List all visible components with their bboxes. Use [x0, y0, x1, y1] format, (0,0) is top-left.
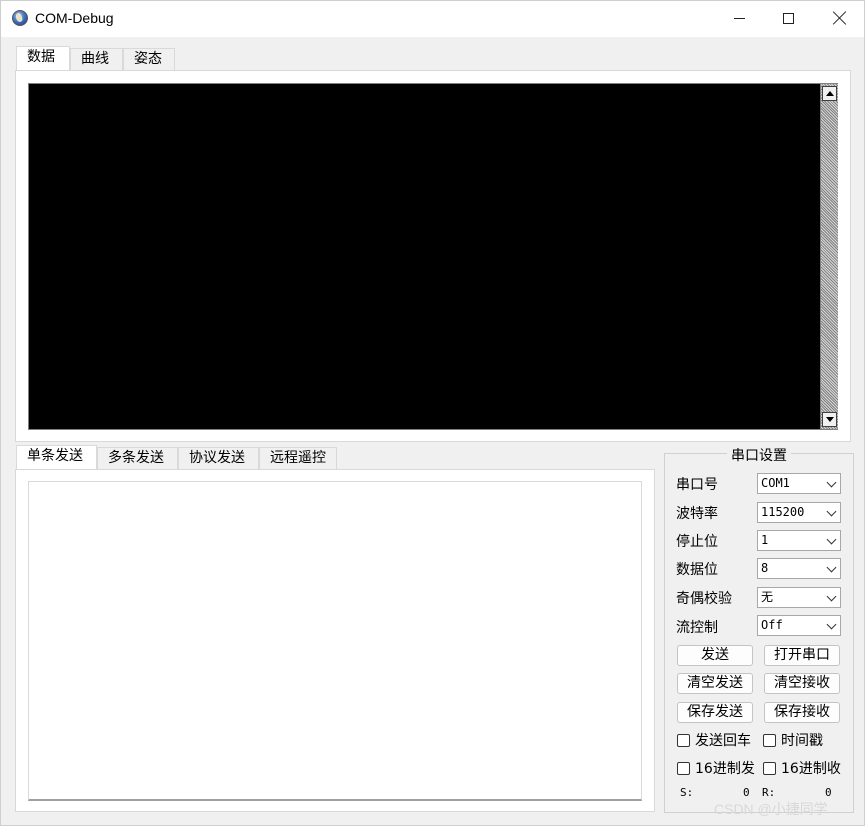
- data-tab-panel: [15, 70, 851, 442]
- app-window: COM-Debug 数据 曲线 姿态 单条发送 多条发送 协议发送 远程遥控 串…: [0, 0, 865, 826]
- checkbox-icon: [763, 733, 776, 747]
- send-textarea[interactable]: [28, 481, 642, 801]
- hex-receive-checkbox[interactable]: 16进制收: [763, 758, 841, 778]
- stop-bits-label: 停止位: [676, 534, 718, 550]
- parity-label: 奇偶校验: [676, 591, 732, 607]
- tab-protocol-send[interactable]: 协议发送: [178, 447, 259, 469]
- title-bar[interactable]: COM-Debug: [1, 1, 864, 37]
- open-port-button[interactable]: 打开串口: [764, 645, 840, 666]
- watermark: CSDN @小捷同学: [714, 801, 828, 817]
- flow-control-select[interactable]: Off: [757, 615, 841, 636]
- hex-receive-label: 16进制收: [781, 761, 841, 777]
- save-receive-button[interactable]: 保存接收: [764, 702, 840, 723]
- tab-single-send[interactable]: 单条发送: [16, 445, 97, 469]
- parity-value: 无: [761, 590, 774, 604]
- window-title: COM-Debug: [35, 10, 114, 26]
- single-send-panel: [15, 469, 655, 812]
- clear-receive-button[interactable]: 清空接收: [764, 673, 840, 694]
- data-bits-label: 数据位: [676, 562, 718, 578]
- arrow-down-icon: [825, 417, 834, 422]
- stop-bits-value: 1: [761, 533, 769, 547]
- hex-send-label: 16进制发: [695, 761, 755, 777]
- close-button[interactable]: [814, 1, 865, 35]
- checkbox-icon: [677, 733, 690, 747]
- serial-settings-group: 串口设置 串口号 COM1 波特率 115200 停止位 1 数据位 8 奇偶校…: [664, 445, 854, 813]
- maximize-button[interactable]: [762, 1, 814, 35]
- parity-select[interactable]: 无: [757, 587, 841, 608]
- data-bits-value: 8: [761, 561, 769, 575]
- bottom-tab-bar: 单条发送 多条发送 协议发送 远程遥控: [16, 445, 656, 471]
- data-bits-select[interactable]: 8: [757, 558, 841, 579]
- top-tab-bar: 数据 曲线 姿态: [16, 46, 856, 72]
- timestamp-label: 时间戳: [781, 733, 823, 749]
- clear-send-button[interactable]: 清空发送: [677, 673, 753, 694]
- tab-remote-control[interactable]: 远程遥控: [259, 447, 337, 469]
- baud-value: 115200: [761, 505, 805, 519]
- chevron-down-icon: [826, 591, 837, 602]
- minimize-icon: [733, 17, 745, 19]
- checkbox-icon: [763, 761, 776, 775]
- chevron-down-icon: [826, 477, 837, 488]
- sent-count-value: 0: [743, 786, 750, 799]
- send-crlf-label: 发送回车: [695, 733, 751, 749]
- arrow-up-icon: [825, 91, 834, 96]
- scroll-down-button[interactable]: [822, 412, 837, 427]
- port-select[interactable]: COM1: [757, 473, 841, 494]
- app-icon: [12, 10, 28, 26]
- stop-bits-select[interactable]: 1: [757, 530, 841, 551]
- receive-console[interactable]: [28, 83, 838, 430]
- chevron-down-icon: [826, 562, 837, 573]
- send-crlf-checkbox[interactable]: 发送回车: [677, 730, 751, 750]
- close-icon: [833, 11, 847, 25]
- hex-send-checkbox[interactable]: 16进制发: [677, 758, 755, 778]
- baud-select[interactable]: 115200: [757, 502, 841, 523]
- port-label: 串口号: [676, 477, 718, 493]
- baud-label: 波特率: [676, 506, 718, 522]
- chevron-down-icon: [826, 506, 837, 517]
- maximize-icon: [782, 12, 794, 24]
- flow-control-value: Off: [761, 618, 783, 632]
- save-send-button[interactable]: 保存发送: [677, 702, 753, 723]
- serial-settings-title: 串口设置: [727, 445, 791, 465]
- tab-attitude[interactable]: 姿态: [123, 48, 175, 70]
- received-count-label: R:: [762, 786, 776, 799]
- send-button[interactable]: 发送: [677, 645, 753, 666]
- sent-count-label: S:: [680, 786, 694, 799]
- chevron-down-icon: [826, 534, 837, 545]
- flow-control-label: 流控制: [676, 620, 718, 636]
- received-count-value: 0: [825, 786, 832, 799]
- console-scrollbar[interactable]: [820, 84, 838, 429]
- chevron-down-icon: [826, 619, 837, 630]
- scroll-up-button[interactable]: [822, 86, 837, 101]
- port-value: COM1: [761, 476, 790, 490]
- tab-multi-send[interactable]: 多条发送: [97, 447, 178, 469]
- timestamp-checkbox[interactable]: 时间戳: [763, 730, 823, 750]
- minimize-button[interactable]: [713, 1, 765, 35]
- checkbox-icon: [677, 761, 690, 775]
- tab-data[interactable]: 数据: [16, 46, 70, 70]
- tab-curve[interactable]: 曲线: [70, 48, 123, 70]
